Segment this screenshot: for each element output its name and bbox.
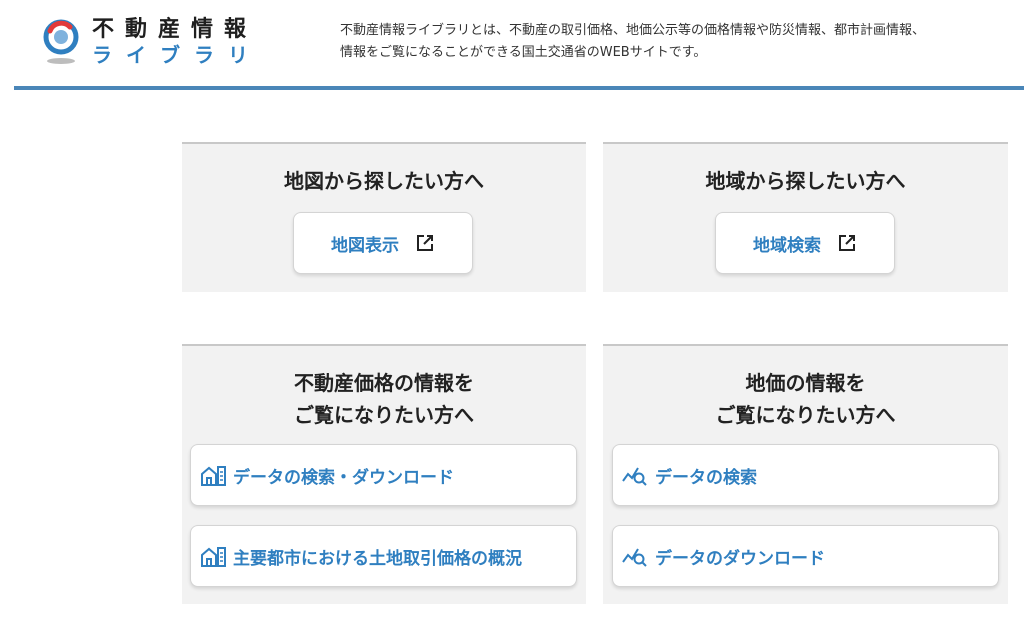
- description-line-2: 情報をご覧になることができる国土交通省のWEBサイトです。: [340, 45, 707, 60]
- realestate-price-panel: 不動産価格の情報を ご覧になりたい方へ データの検索・ダウンロード 主要都市にお…: [182, 344, 586, 604]
- logo-subtitle: ライブラリ: [92, 43, 262, 67]
- region-search-title: 地域から探したい方へ: [705, 169, 906, 193]
- land-price-title-line2: ご覧になりたい方へ: [715, 403, 896, 427]
- land-price-title-line1: 地価の情報を: [745, 371, 866, 395]
- site-header: 不動産情報 ライブラリ 不動産情報ライブラリとは、不動産の取引価格、地価公示等の…: [0, 0, 1024, 86]
- region-search-panel: 地域から探したい方へ 地域検索: [603, 142, 1008, 292]
- site-description: 不動産情報ライブラリとは、不動産の取引価格、地価公示等の価格情報や防災情報、都市…: [340, 20, 1024, 64]
- region-search-label: 地域検索: [753, 235, 821, 256]
- chart-search-icon: [622, 548, 647, 567]
- land-price-data-search-label: データの検索: [655, 467, 757, 488]
- land-price-panel: 地価の情報を ご覧になりたい方へ データの検索 データのダウンロード: [603, 344, 1008, 604]
- building-icon: [201, 466, 226, 486]
- region-search-button[interactable]: 地域検索: [715, 212, 895, 274]
- land-price-data-search-button[interactable]: データの検索: [612, 444, 999, 506]
- realestate-data-search-download-label: データの検索・ダウンロード: [233, 467, 454, 488]
- external-link-icon: [417, 235, 433, 251]
- land-price-data-download-label: データのダウンロード: [655, 548, 825, 569]
- realestate-data-search-download-button[interactable]: データの検索・ダウンロード: [190, 444, 577, 506]
- chart-search-icon: [622, 467, 647, 486]
- header-divider: [14, 86, 1024, 90]
- map-display-button[interactable]: 地図表示: [293, 212, 473, 274]
- map-display-label: 地図表示: [331, 235, 399, 256]
- realestate-price-title-line1: 不動産価格の情報を: [294, 371, 474, 395]
- major-city-land-price-overview-button[interactable]: 主要都市における土地取引価格の概況: [190, 525, 577, 587]
- mlit-logo-icon: [40, 17, 82, 67]
- site-logo[interactable]: 不動産情報 ライブラリ: [40, 14, 270, 70]
- land-price-data-download-button[interactable]: データのダウンロード: [612, 525, 999, 587]
- external-link-icon: [839, 235, 855, 251]
- map-search-title: 地図から探したい方へ: [284, 169, 484, 193]
- building-icon: [201, 547, 226, 567]
- logo-title: 不動産情報: [92, 17, 258, 42]
- major-city-land-price-overview-label: 主要都市における土地取引価格の概況: [233, 548, 522, 569]
- description-line-1: 不動産情報ライブラリとは、不動産の取引価格、地価公示等の価格情報や防災情報、都市…: [340, 23, 926, 38]
- map-search-panel: 地図から探したい方へ 地図表示: [182, 142, 586, 292]
- realestate-price-title-line2: ご覧になりたい方へ: [294, 403, 474, 427]
